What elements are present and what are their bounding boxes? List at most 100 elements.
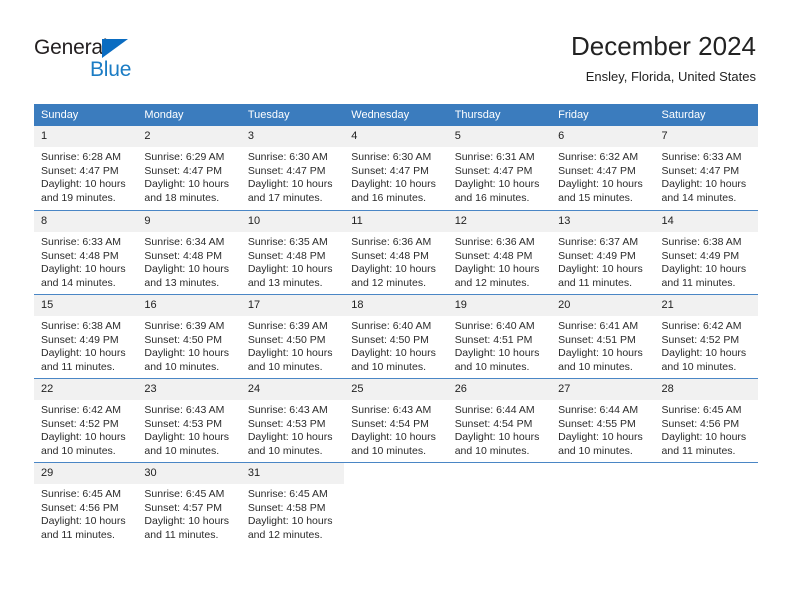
day-cell[interactable]: 10 Sunrise: 6:35 AM Sunset: 4:48 PM Dayligh… [240, 210, 345, 294]
day-cell[interactable]: 12 Sunrise: 6:36 AM Sunset: 4:48 PM Dayligh… [447, 210, 552, 294]
day-cell[interactable]: 22 Sunrise: 6:42 AM Sunset: 4:52 PM Dayligh… [34, 378, 138, 462]
day-cell[interactable]: 30 Sunrise: 6:45 AM Sunset: 4:57 PM Dayligh… [137, 462, 241, 546]
sunset-text: Sunset: 4:57 PM [144, 501, 223, 514]
day-details: Sunrise: 6:45 AM Sunset: 4:56 PM Daylight:… [655, 400, 758, 458]
day-cell[interactable]: 15 Sunrise: 6:38 AM Sunset: 4:49 PM Dayligh… [34, 294, 138, 378]
daylight-text-line2: and 12 minutes. [454, 276, 530, 289]
day-number: 29 [34, 463, 138, 484]
day-number: 27 [551, 379, 655, 400]
day-cell[interactable]: 17 Sunrise: 6:39 AM Sunset: 4:50 PM Dayligh… [240, 294, 345, 378]
sunrise-text: Sunrise: 6:42 AM [41, 404, 121, 416]
day-cell[interactable]: 1 Sunrise: 6:28 AM Sunset: 4:47 PM Daylight… [34, 126, 138, 210]
day-cell[interactable]: 7 Sunrise: 6:33 AM Sunset: 4:47 PM Daylight… [654, 126, 758, 210]
day-number: 3 [240, 126, 345, 147]
sunset-text: Sunset: 4:53 PM [144, 417, 223, 430]
day-details: Sunrise: 6:38 AM Sunset: 4:49 PM Daylight:… [34, 316, 137, 374]
day-cell[interactable]: 26 Sunrise: 6:44 AM Sunset: 4:54 PM Dayligh… [447, 378, 552, 462]
sunrise-text: Sunrise: 6:30 AM [351, 151, 432, 163]
day-cell[interactable]: 13 Sunrise: 6:37 AM Sunset: 4:49 PM Dayligh… [551, 210, 655, 294]
daylight-text-line2: and 12 minutes. [351, 276, 426, 289]
daylight-text-line1: Daylight: 10 hours [661, 178, 747, 190]
sunrise-text: Sunrise: 6:34 AM [144, 236, 225, 248]
day-cell[interactable]: 18 Sunrise: 6:40 AM Sunset: 4:50 PM Dayligh… [344, 294, 448, 378]
sunrise-text: Sunrise: 6:30 AM [247, 151, 328, 163]
sunset-text: Sunset: 4:50 PM [247, 333, 326, 346]
sunrise-text: Sunrise: 6:42 AM [661, 320, 742, 332]
day-number: 2 [137, 126, 241, 147]
sunrise-text: Sunrise: 6:32 AM [558, 151, 639, 163]
sunrise-text: Sunrise: 6:39 AM [144, 320, 225, 332]
day-details [448, 484, 551, 488]
day-details: Sunrise: 6:32 AM Sunset: 4:47 PM Daylight:… [551, 147, 654, 205]
daylight-text-line2: and 10 minutes. [144, 444, 220, 457]
daylight-text-line1: Daylight: 10 hours [351, 178, 436, 190]
sunset-text: Sunset: 4:47 PM [661, 164, 740, 177]
day-cell[interactable]: 6 Sunrise: 6:32 AM Sunset: 4:47 PM Daylight… [551, 126, 655, 210]
daylight-text-line2: and 10 minutes. [558, 444, 633, 457]
day-details: Sunrise: 6:43 AM Sunset: 4:53 PM Daylight:… [241, 400, 344, 458]
day-cell-empty [447, 462, 552, 546]
day-details: Sunrise: 6:35 AM Sunset: 4:48 PM Daylight:… [241, 232, 344, 290]
daylight-text-line1: Daylight: 10 hours [351, 347, 436, 359]
logo-line-two: Blue [34, 59, 214, 81]
day-number: 30 [137, 463, 241, 484]
sunrise-text: Sunrise: 6:28 AM [41, 151, 121, 163]
calendar-head: Sunday Monday Tuesday Wednesday Thursday… [34, 104, 758, 126]
day-number: 21 [654, 295, 758, 316]
day-details: Sunrise: 6:45 AM Sunset: 4:56 PM Daylight:… [34, 484, 137, 542]
day-cell[interactable]: 29 Sunrise: 6:45 AM Sunset: 4:56 PM Dayligh… [34, 462, 138, 546]
day-details: Sunrise: 6:30 AM Sunset: 4:47 PM Daylight:… [344, 147, 447, 205]
day-details: Sunrise: 6:31 AM Sunset: 4:47 PM Daylight:… [448, 147, 551, 205]
sunset-text: Sunset: 4:52 PM [41, 417, 119, 430]
daylight-text-line1: Daylight: 10 hours [247, 347, 333, 359]
daylight-text-line2: and 10 minutes. [144, 360, 220, 373]
day-cell[interactable]: 20 Sunrise: 6:41 AM Sunset: 4:51 PM Dayligh… [551, 294, 655, 378]
sunset-text: Sunset: 4:55 PM [558, 417, 636, 430]
day-cell[interactable]: 21 Sunrise: 6:42 AM Sunset: 4:52 PM Dayligh… [654, 294, 758, 378]
sunrise-text: Sunrise: 6:45 AM [247, 488, 328, 500]
weekday-header-monday: Monday [137, 104, 241, 126]
daylight-text-line2: and 17 minutes. [247, 191, 323, 204]
day-details: Sunrise: 6:33 AM Sunset: 4:48 PM Daylight:… [34, 232, 137, 290]
daylight-text-line1: Daylight: 10 hours [661, 431, 747, 443]
day-cell[interactable]: 11 Sunrise: 6:36 AM Sunset: 4:48 PM Dayligh… [344, 210, 448, 294]
day-cell[interactable]: 3 Sunrise: 6:30 AM Sunset: 4:47 PM Daylight… [240, 126, 345, 210]
day-number [655, 463, 758, 484]
sunrise-text: Sunrise: 6:43 AM [351, 404, 432, 416]
daylight-text-line1: Daylight: 10 hours [247, 263, 333, 275]
day-number [344, 463, 447, 484]
day-number: 4 [344, 126, 448, 147]
sunset-text: Sunset: 4:48 PM [351, 249, 429, 262]
daylight-text-line2: and 11 minutes. [661, 444, 736, 457]
day-cell-empty [344, 462, 448, 546]
day-cell[interactable]: 2 Sunrise: 6:29 AM Sunset: 4:47 PM Daylight… [137, 126, 241, 210]
day-cell[interactable]: 31 Sunrise: 6:45 AM Sunset: 4:58 PM Dayligh… [240, 462, 345, 546]
sunrise-text: Sunrise: 6:45 AM [661, 404, 742, 416]
day-cell[interactable]: 8 Sunrise: 6:33 AM Sunset: 4:48 PM Daylight… [34, 210, 138, 294]
day-cell[interactable]: 4 Sunrise: 6:30 AM Sunset: 4:47 PM Daylight… [344, 126, 448, 210]
day-details: Sunrise: 6:34 AM Sunset: 4:48 PM Daylight:… [137, 232, 240, 290]
day-cell[interactable]: 14 Sunrise: 6:38 AM Sunset: 4:49 PM Dayligh… [654, 210, 758, 294]
day-details: Sunrise: 6:45 AM Sunset: 4:58 PM Daylight:… [241, 484, 344, 542]
day-cell[interactable]: 23 Sunrise: 6:43 AM Sunset: 4:53 PM Dayligh… [137, 378, 241, 462]
day-number: 10 [240, 211, 345, 232]
day-cell[interactable]: 24 Sunrise: 6:43 AM Sunset: 4:53 PM Dayligh… [240, 378, 345, 462]
day-cell[interactable]: 5 Sunrise: 6:31 AM Sunset: 4:47 PM Daylight… [447, 126, 552, 210]
day-cell[interactable]: 9 Sunrise: 6:34 AM Sunset: 4:48 PM Daylight… [137, 210, 241, 294]
daylight-text-line1: Daylight: 10 hours [144, 515, 230, 527]
sunset-text: Sunset: 4:49 PM [558, 249, 636, 262]
day-cell[interactable]: 25 Sunrise: 6:43 AM Sunset: 4:54 PM Dayligh… [344, 378, 448, 462]
day-number: 13 [551, 211, 655, 232]
day-details [551, 484, 654, 488]
daylight-text-line1: Daylight: 10 hours [454, 431, 540, 443]
daylight-text-line1: Daylight: 10 hours [41, 515, 126, 527]
sunset-text: Sunset: 4:47 PM [351, 164, 429, 177]
sunrise-text: Sunrise: 6:33 AM [41, 236, 121, 248]
day-details: Sunrise: 6:37 AM Sunset: 4:49 PM Daylight:… [551, 232, 654, 290]
day-cell[interactable]: 19 Sunrise: 6:40 AM Sunset: 4:51 PM Dayligh… [447, 294, 552, 378]
day-cell[interactable]: 27 Sunrise: 6:44 AM Sunset: 4:55 PM Dayligh… [551, 378, 655, 462]
day-cell-empty [654, 462, 758, 546]
day-cell[interactable]: 28 Sunrise: 6:45 AM Sunset: 4:56 PM Dayligh… [654, 378, 758, 462]
sunrise-text: Sunrise: 6:35 AM [247, 236, 328, 248]
day-cell[interactable]: 16 Sunrise: 6:39 AM Sunset: 4:50 PM Dayligh… [137, 294, 241, 378]
